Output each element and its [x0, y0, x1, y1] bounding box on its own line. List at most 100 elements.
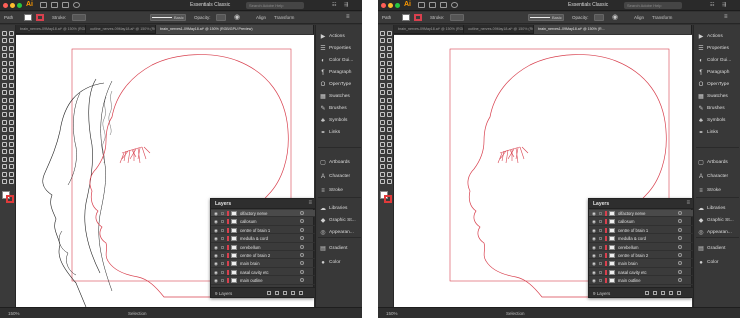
layer-row[interactable]: ◉ main brain: [211, 260, 315, 268]
eye-icon[interactable]: ◉: [214, 211, 218, 217]
eye-icon[interactable]: ◉: [214, 219, 218, 225]
current-tool-status[interactable]: Selection: [506, 311, 525, 316]
minimize-window-button[interactable]: [388, 3, 393, 8]
panel-symbols[interactable]: ♣ Symbols: [694, 115, 740, 127]
arrange-panels-icon[interactable]: ☷: [332, 2, 336, 8]
tool-button[interactable]: [387, 156, 392, 162]
panel-paragraph[interactable]: ¶ Paragraph: [694, 67, 740, 79]
document-tab[interactable]: brain_nerves-09May18.ai* @ 150% (RGB...: [394, 25, 464, 34]
layers-panel-header[interactable]: Layers ≡: [589, 199, 693, 209]
panel-actions[interactable]: ▶ Actions: [694, 31, 740, 43]
tool-button[interactable]: [2, 90, 7, 96]
tool-button[interactable]: [9, 75, 14, 81]
bridge-icon[interactable]: [40, 2, 47, 8]
layer-row[interactable]: ◉ main outline: [589, 277, 693, 285]
eye-icon[interactable]: ◉: [214, 253, 218, 259]
panel-opentype[interactable]: O OpenType: [316, 79, 362, 91]
tool-button[interactable]: [380, 45, 385, 51]
new-layer-icon[interactable]: [669, 291, 673, 295]
stroke-swatch[interactable]: [36, 14, 44, 21]
tool-button[interactable]: [380, 38, 385, 44]
current-tool-status[interactable]: Selection: [128, 311, 147, 316]
tool-button[interactable]: [380, 127, 385, 133]
target-icon[interactable]: [300, 244, 304, 249]
target-icon[interactable]: [678, 253, 682, 257]
document-tab[interactable]: outline_nerves-09May18.ai* @ 150% (RGB..…: [464, 25, 534, 34]
tool-button[interactable]: [9, 119, 14, 125]
layer-name[interactable]: callosum: [618, 219, 635, 224]
target-icon[interactable]: [300, 236, 304, 241]
panel-options-icon[interactable]: ⇶: [722, 2, 726, 8]
target-icon[interactable]: [678, 244, 682, 249]
tool-button[interactable]: [2, 97, 7, 103]
panel-actions[interactable]: ▶ Actions: [316, 31, 362, 43]
panel-artboards[interactable]: ▢ Artboards: [316, 157, 362, 169]
panel-color[interactable]: ● Color: [316, 257, 362, 269]
tool-button[interactable]: [380, 164, 385, 170]
lock-toggle[interactable]: [599, 254, 602, 257]
lock-toggle[interactable]: [599, 279, 602, 283]
panel-opentype[interactable]: O OpenType: [694, 79, 740, 91]
tool-button[interactable]: [380, 112, 385, 118]
make-clipping-mask-icon[interactable]: [275, 291, 279, 295]
eye-icon[interactable]: ◉: [214, 228, 218, 234]
tool-button[interactable]: [9, 127, 14, 133]
panel-character[interactable]: A Character: [694, 171, 740, 183]
tool-button[interactable]: [2, 142, 7, 147]
tool-button[interactable]: [2, 75, 7, 81]
tool-button[interactable]: [387, 31, 392, 36]
layer-name[interactable]: cerebellum: [240, 245, 260, 250]
eye-icon[interactable]: ◉: [592, 270, 596, 276]
zoom-level[interactable]: 150%: [386, 311, 398, 316]
tool-button[interactable]: [380, 60, 385, 66]
tool-button[interactable]: [380, 53, 385, 59]
tool-button[interactable]: [380, 90, 385, 96]
target-icon[interactable]: [678, 211, 682, 215]
layer-name[interactable]: cerebellum: [618, 245, 638, 250]
tool-button[interactable]: [9, 171, 14, 177]
tool-button[interactable]: [9, 97, 14, 103]
tool-button[interactable]: [9, 45, 14, 51]
zoom-window-button[interactable]: [395, 3, 400, 8]
panel-brushes[interactable]: ✎ Brushes: [316, 103, 362, 115]
document-tab[interactable]: brain_nerves1-09May18.ai* @ 150% (RGB/GP…: [156, 25, 314, 34]
panel-character[interactable]: A Character: [316, 171, 362, 183]
tool-button[interactable]: [9, 164, 14, 170]
tool-button[interactable]: [2, 179, 7, 184]
layer-name[interactable]: medulla & cord: [618, 236, 646, 241]
style-icon[interactable]: ◉: [612, 13, 618, 21]
tool-button[interactable]: [380, 82, 385, 88]
lock-toggle[interactable]: [599, 262, 602, 266]
tool-button[interactable]: [9, 134, 14, 140]
tool-button[interactable]: [9, 60, 14, 66]
panel-menu-icon[interactable]: ≡: [308, 200, 312, 206]
lock-toggle[interactable]: [221, 228, 224, 232]
layer-name[interactable]: centre of brain 1: [618, 228, 648, 233]
tool-button[interactable]: [387, 38, 392, 44]
tool-button[interactable]: [387, 164, 392, 170]
tool-button[interactable]: [380, 156, 385, 162]
panel-graphic-st[interactable]: ◆ Graphic St...: [316, 215, 362, 227]
eye-icon[interactable]: ◉: [214, 261, 218, 267]
tool-button[interactable]: [9, 38, 14, 44]
search-input[interactable]: Search Adobe Help: [624, 2, 682, 9]
stock-icon[interactable]: [429, 2, 436, 8]
tool-button[interactable]: [2, 164, 7, 170]
eye-icon[interactable]: ◉: [214, 245, 218, 251]
target-icon[interactable]: [300, 278, 304, 283]
panel-color-gui[interactable]: ◐ Color Gui...: [316, 55, 362, 67]
panel-options-icon[interactable]: ⇶: [344, 2, 348, 8]
layer-row[interactable]: ◉ callosum: [211, 218, 315, 226]
panel-gradient[interactable]: ▤ Gradient: [694, 243, 740, 255]
tool-button[interactable]: [387, 179, 392, 184]
close-window-button[interactable]: [3, 3, 8, 8]
target-icon[interactable]: [678, 219, 682, 224]
tool-button[interactable]: [380, 149, 385, 155]
lock-toggle[interactable]: [599, 212, 602, 215]
lock-toggle[interactable]: [221, 245, 224, 249]
tool-button[interactable]: [387, 68, 392, 73]
eye-icon[interactable]: ◉: [592, 211, 596, 217]
layer-row[interactable]: ◉ main outline: [211, 277, 315, 285]
eye-icon[interactable]: ◉: [592, 228, 596, 234]
tool-button[interactable]: [2, 149, 7, 155]
